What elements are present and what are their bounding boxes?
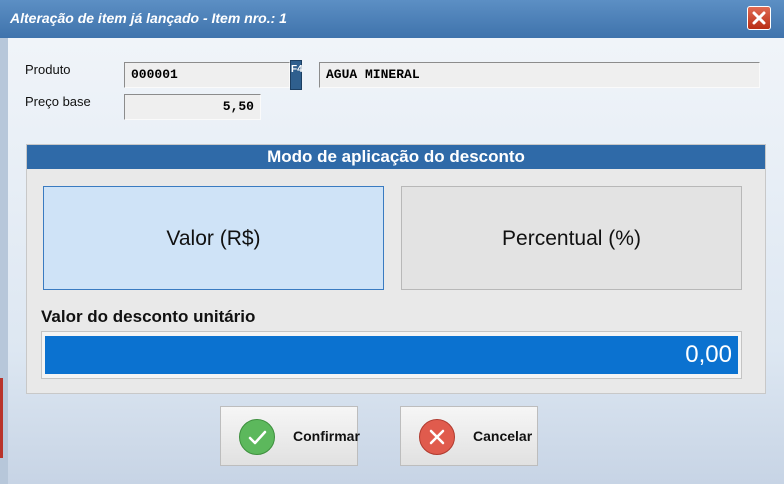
confirm-button[interactable]: Confirmar	[220, 406, 360, 466]
cancel-button[interactable]: Cancelar	[400, 406, 538, 466]
discount-panel: Modo de aplicação do desconto Valor (R$)…	[26, 144, 766, 394]
preco-base-label: Preço base	[25, 94, 91, 109]
discount-mode-header: Modo de aplicação do desconto	[27, 145, 765, 169]
close-button[interactable]	[747, 6, 771, 30]
confirm-label: Confirmar	[293, 428, 360, 444]
lookup-key-label: F4	[291, 64, 303, 75]
check-icon	[239, 419, 275, 455]
preco-base-field[interactable]: 5,50	[124, 94, 261, 120]
discount-value-frame: 0,00	[41, 331, 742, 379]
mode-percentual-button[interactable]: Percentual (%)	[401, 186, 742, 290]
discount-value-label: Valor do desconto unitário	[41, 307, 256, 326]
dialog-body: Produto 000001 F4 AGUA MINERAL Preço bas…	[8, 38, 784, 484]
window-title: Alteração de item já lançado - Item nro.…	[10, 10, 287, 26]
lookup-f4-button[interactable]: F4	[290, 60, 303, 90]
cancel-label: Cancelar	[473, 428, 533, 444]
x-circle-icon	[419, 419, 455, 455]
produto-name-field[interactable]: AGUA MINERAL	[319, 62, 760, 88]
background-edge	[0, 38, 8, 484]
mode-valor-button[interactable]: Valor (R$)	[43, 186, 384, 290]
produto-code-field[interactable]: 000001	[124, 62, 290, 88]
discount-value-input[interactable]: 0,00	[45, 336, 738, 374]
close-icon	[752, 11, 766, 25]
produto-label: Produto	[25, 62, 71, 77]
title-bar: Alteração de item já lançado - Item nro.…	[0, 0, 784, 39]
